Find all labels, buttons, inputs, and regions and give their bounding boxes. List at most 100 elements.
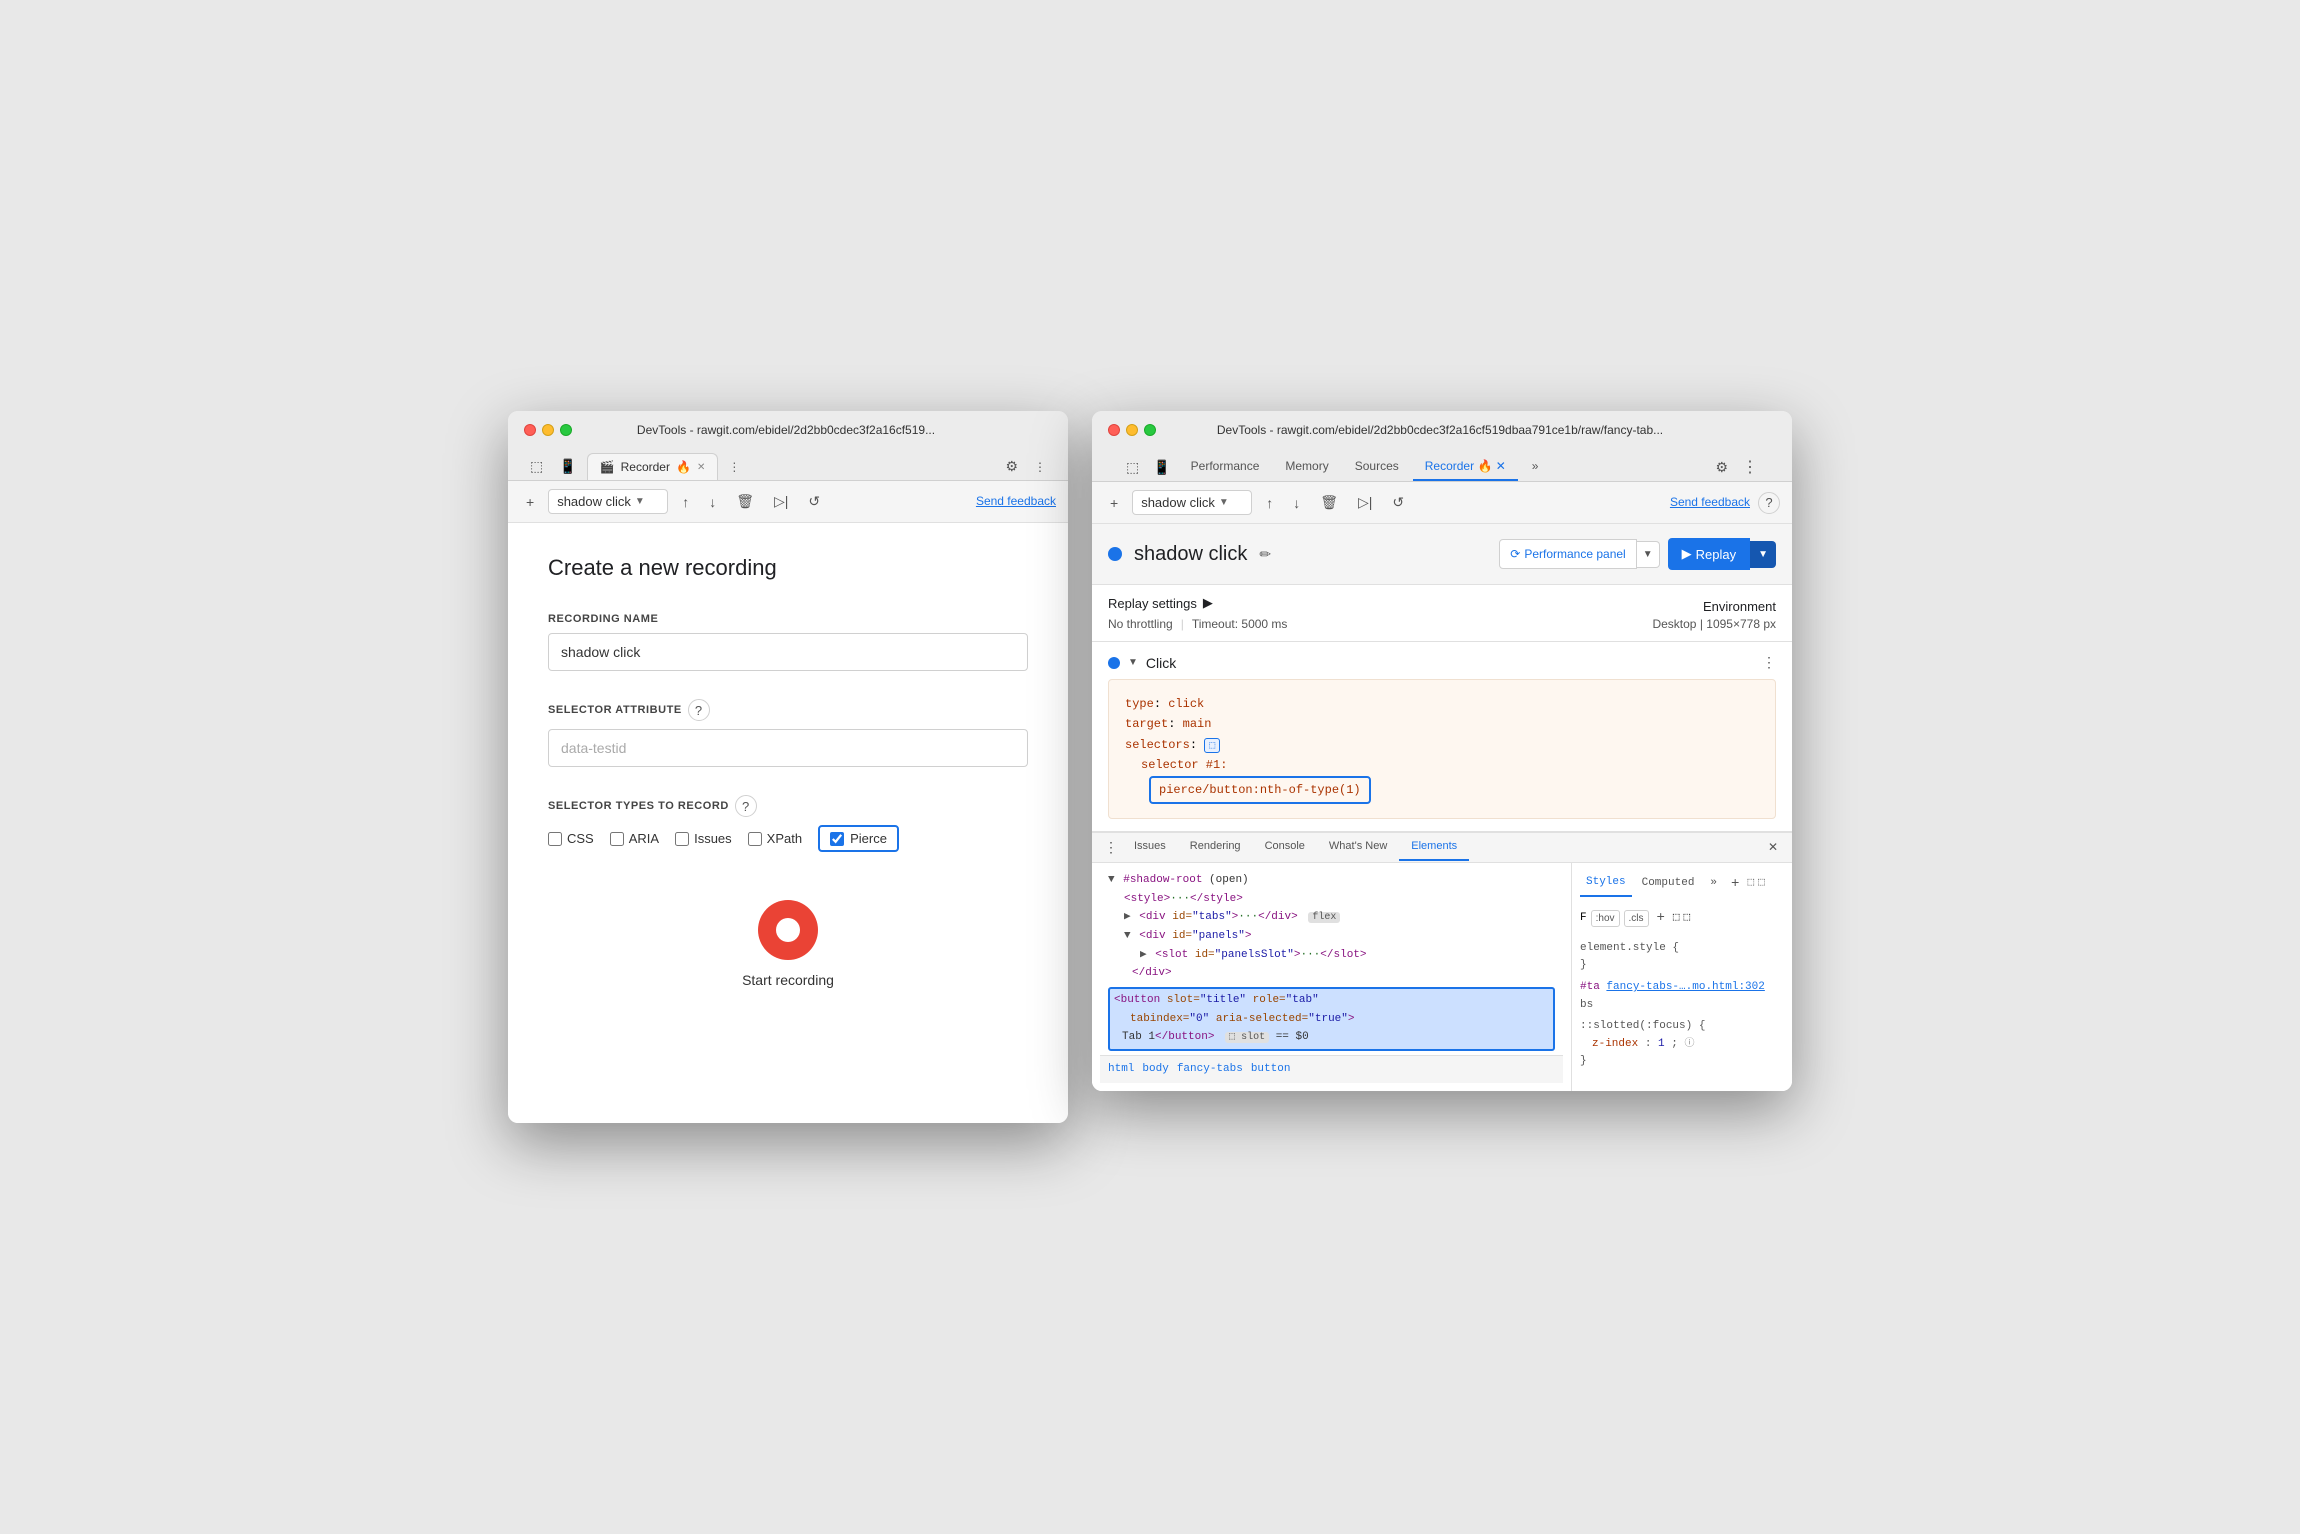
- recording-status-dot: [1108, 547, 1122, 561]
- nav-tab-recorder[interactable]: Recorder 🔥 ✕: [1413, 453, 1518, 481]
- xpath-checkbox[interactable]: [748, 832, 762, 846]
- more-icon-right[interactable]: ⋮: [1736, 453, 1764, 481]
- replay-settings-header[interactable]: Replay settings ▶: [1108, 595, 1213, 611]
- css-checkbox[interactable]: [548, 832, 562, 846]
- replay-dropdown[interactable]: ▼: [1750, 541, 1776, 568]
- cls-button[interactable]: .cls: [1624, 910, 1649, 927]
- nav-tab-sources[interactable]: Sources: [1343, 453, 1411, 481]
- devtools-panel-menu[interactable]: ⋮: [1100, 833, 1122, 862]
- undo-button[interactable]: ↺: [802, 489, 826, 514]
- nav-tab-overflow[interactable]: »: [1520, 453, 1551, 481]
- add-filter-button[interactable]: +: [1653, 905, 1669, 931]
- devtools-tab-console[interactable]: Console: [1253, 833, 1317, 861]
- add-recording-button-right[interactable]: +: [1104, 491, 1124, 515]
- settings-icon-right[interactable]: ⚙: [1709, 455, 1734, 480]
- checkbox-text[interactable]: Issues: [675, 831, 732, 846]
- copy-style-icon[interactable]: ⬚: [1747, 875, 1754, 893]
- device-tool-right[interactable]: 📱: [1147, 455, 1176, 480]
- add-style-button[interactable]: +: [1727, 871, 1743, 897]
- tab-overflow-left[interactable]: ⋮: [722, 456, 746, 478]
- more-icon-left[interactable]: ⋮: [1028, 456, 1052, 478]
- recording-select-value: shadow click: [557, 494, 631, 509]
- tree-line-selected[interactable]: <button slot="title" role="tab" tabindex…: [1100, 983, 1563, 1055]
- hov-button[interactable]: :hov: [1591, 910, 1620, 927]
- devtools-tab-elements[interactable]: Elements: [1399, 833, 1469, 861]
- text-checkbox[interactable]: [675, 832, 689, 846]
- step-replay-button-right[interactable]: ▷|: [1352, 490, 1378, 515]
- step-replay-button[interactable]: ▷|: [768, 489, 794, 514]
- checkbox-pierce[interactable]: Pierce: [818, 825, 899, 852]
- selector-attribute-section: SELECTOR ATTRIBUTE ?: [548, 699, 1028, 767]
- cursor-tool-right[interactable]: ⬚: [1120, 455, 1145, 480]
- recording-selector[interactable]: shadow click ▼: [548, 489, 668, 514]
- breadcrumb-button[interactable]: button: [1251, 1060, 1291, 1079]
- styles-tab-computed[interactable]: Computed: [1636, 872, 1701, 896]
- upload-button-right[interactable]: ↑: [1260, 491, 1279, 515]
- help-icon-right[interactable]: ?: [1758, 492, 1780, 514]
- selector-attribute-help-icon[interactable]: ?: [688, 699, 710, 721]
- send-feedback-button-right[interactable]: Send feedback: [1670, 495, 1750, 511]
- delete-button[interactable]: 🗑: [730, 489, 760, 514]
- performance-panel-button[interactable]: ⟳ Performance panel: [1499, 539, 1636, 569]
- toggle-device-icon[interactable]: ⬚: [1758, 875, 1765, 893]
- replay-button[interactable]: ▶ Replay: [1668, 538, 1750, 570]
- selector-attribute-input[interactable]: [548, 729, 1028, 767]
- rule-file[interactable]: fancy-tabs-….mo.html:302: [1606, 981, 1764, 993]
- devtools-tab-issues[interactable]: Issues: [1122, 833, 1178, 861]
- selected-element[interactable]: <button slot="title" role="tab" tabindex…: [1108, 987, 1555, 1051]
- send-feedback-button-left[interactable]: Send feedback: [976, 494, 1056, 510]
- recording-name-input[interactable]: [548, 633, 1028, 671]
- checkbox-xpath[interactable]: XPath: [748, 831, 802, 846]
- pseudo-val: 1: [1658, 1038, 1665, 1050]
- devtools-tab-whatsnew[interactable]: What's New: [1317, 833, 1399, 861]
- tree-line-divpanels: ▼ <div id="panels">: [1100, 927, 1563, 946]
- delete-button-right[interactable]: 🗑: [1314, 490, 1344, 515]
- edit-name-icon[interactable]: ✏: [1259, 546, 1271, 563]
- tree-line-shadow: ▼ #shadow-root (open): [1100, 871, 1563, 890]
- download-button[interactable]: ↓: [703, 490, 722, 514]
- recording-selector-right[interactable]: shadow click ▼: [1132, 490, 1252, 515]
- box-model-icon[interactable]: ⬚: [1673, 910, 1680, 928]
- pierce-checkbox[interactable]: [830, 832, 844, 846]
- record-button-inner: [776, 918, 800, 942]
- breadcrumb-body[interactable]: body: [1142, 1060, 1168, 1079]
- breadcrumb-html[interactable]: html: [1108, 1060, 1134, 1079]
- selector-types-help-icon[interactable]: ?: [735, 795, 757, 817]
- layout-icon[interactable]: ⬚: [1684, 910, 1691, 928]
- cursor-tool[interactable]: ⬚: [524, 454, 549, 479]
- pseudo-style-rule: ::slotted(:focus) { z-index : 1 ; ⓘ }: [1580, 1018, 1784, 1071]
- nav-tab-memory[interactable]: Memory: [1273, 453, 1340, 481]
- checkbox-aria[interactable]: ARIA: [610, 831, 659, 846]
- add-recording-button[interactable]: +: [520, 490, 540, 514]
- settings-icon-left[interactable]: ⚙: [999, 454, 1024, 479]
- info-icon[interactable]: ⓘ: [1684, 1039, 1694, 1050]
- recording-header: shadow click ✏ ⟳ Performance panel ▼ ▶ R…: [1092, 524, 1792, 585]
- tab-close-left[interactable]: ✕: [697, 462, 705, 473]
- devtools-panel-close[interactable]: ✕: [1762, 836, 1784, 858]
- checkbox-css[interactable]: CSS: [548, 831, 594, 846]
- undo-button-right[interactable]: ↺: [1386, 490, 1410, 515]
- device-tool[interactable]: 📱: [553, 454, 582, 479]
- start-recording-button[interactable]: [758, 900, 818, 960]
- breadcrumb-fancytabs[interactable]: fancy-tabs: [1177, 1060, 1243, 1079]
- recorder-tab-left[interactable]: 🎬 Recorder 🔥 ✕: [587, 453, 719, 480]
- step-menu-icon[interactable]: ⋮: [1762, 654, 1776, 671]
- dimensions: 1095×778 px: [1706, 617, 1776, 631]
- element-style-rule: element.style { }: [1580, 940, 1784, 975]
- upload-button[interactable]: ↑: [676, 490, 695, 514]
- devtools-panel: ⋮ Issues Rendering Console What's New El…: [1092, 832, 1792, 1091]
- devtools-tab-rendering[interactable]: Rendering: [1178, 833, 1253, 861]
- page-title: Create a new recording: [548, 555, 1028, 581]
- aria-checkbox[interactable]: [610, 832, 624, 846]
- selector-types-section: SELECTOR TYPES TO RECORD ? CSS ARIA Issu…: [548, 795, 1028, 852]
- breadcrumb: html body fancy-tabs button: [1100, 1055, 1563, 1083]
- download-button-right[interactable]: ↓: [1287, 491, 1306, 515]
- step-expand-icon[interactable]: ▼: [1128, 657, 1138, 668]
- nav-tab-performance[interactable]: Performance: [1179, 453, 1272, 481]
- left-titlebar: DevTools - rawgit.com/ebidel/2d2bb0cdec3…: [508, 411, 1068, 481]
- performance-panel-dropdown[interactable]: ▼: [1637, 541, 1660, 568]
- styles-tab-styles[interactable]: Styles: [1580, 871, 1632, 897]
- selector-types-label: SELECTOR TYPES TO RECORD ?: [548, 795, 1028, 817]
- styles-tab-overflow[interactable]: »: [1704, 872, 1723, 896]
- element-style-open: element.style {: [1580, 940, 1784, 958]
